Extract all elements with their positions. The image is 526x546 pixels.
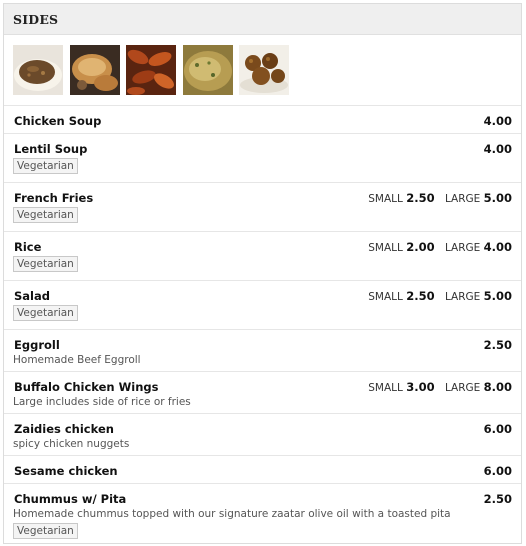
small-label: SMALL bbox=[368, 291, 403, 303]
menu-item[interactable]: Buffalo Chicken Wings SMALL 3.00 LARGE 8… bbox=[4, 372, 521, 414]
item-name: Rice bbox=[14, 240, 42, 254]
small-price: 2.00 bbox=[406, 240, 435, 254]
vegetarian-badge: Vegetarian bbox=[13, 256, 78, 272]
item-name: Buffalo Chicken Wings bbox=[14, 380, 159, 394]
menu-item[interactable]: Eggroll 2.50 Homemade Beef Eggroll bbox=[4, 330, 521, 372]
item-name: French Fries bbox=[14, 191, 94, 205]
menu-item[interactable]: Lentil Soup 4.00 Vegetarian bbox=[4, 134, 521, 183]
large-price: 4.00 bbox=[483, 240, 512, 254]
vegetarian-badge: Vegetarian bbox=[13, 158, 78, 174]
item-description: Homemade chummus topped with our signatu… bbox=[13, 508, 451, 520]
item-name: Sesame chicken bbox=[14, 464, 118, 478]
item-name: Lentil Soup bbox=[14, 142, 88, 156]
vegetarian-badge: Vegetarian bbox=[13, 305, 78, 321]
small-price: 2.50 bbox=[406, 191, 435, 205]
small-label: SMALL bbox=[368, 382, 403, 394]
item-name: Zaidies chicken bbox=[14, 422, 114, 436]
vegetarian-badge: Vegetarian bbox=[13, 523, 78, 539]
chicken-soup-photo[interactable] bbox=[13, 45, 63, 95]
item-name: Eggroll bbox=[14, 338, 60, 352]
size-prices: SMALL 2.50 LARGE 5.00 bbox=[368, 191, 512, 205]
small-price: 2.50 bbox=[406, 289, 435, 303]
menu-item[interactable]: French Fries SMALL 2.50 LARGE 5.00 Veget… bbox=[4, 183, 521, 232]
size-prices: SMALL 2.00 LARGE 4.00 bbox=[368, 240, 512, 254]
menu-item[interactable]: Sesame chicken 6.00 bbox=[4, 456, 521, 484]
falafel-photo[interactable] bbox=[239, 45, 289, 95]
item-price: 6.00 bbox=[483, 422, 512, 436]
large-label: LARGE bbox=[444, 382, 481, 394]
item-description: Large includes side of rice or fries bbox=[13, 396, 191, 408]
large-label: LARGE bbox=[444, 242, 481, 254]
item-price: 4.00 bbox=[483, 114, 512, 128]
large-price: 8.00 bbox=[483, 380, 512, 394]
small-price: 3.00 bbox=[406, 380, 435, 394]
item-price: 2.50 bbox=[483, 338, 512, 352]
eggroll-photo[interactable] bbox=[69, 45, 120, 95]
large-price: 5.00 bbox=[483, 289, 512, 303]
section-header: SIDES bbox=[4, 4, 521, 35]
item-name: Salad bbox=[14, 289, 50, 303]
item-price: 4.00 bbox=[483, 142, 512, 156]
small-label: SMALL bbox=[368, 242, 403, 254]
large-label: LARGE bbox=[444, 193, 481, 205]
wings-photo[interactable] bbox=[126, 45, 176, 95]
section-title: SIDES bbox=[13, 12, 59, 27]
menu-item[interactable]: Chicken Soup 4.00 bbox=[4, 106, 521, 134]
item-price: 6.00 bbox=[483, 464, 512, 478]
photo-strip bbox=[4, 35, 521, 106]
item-price: 2.50 bbox=[483, 492, 512, 506]
small-label: SMALL bbox=[368, 193, 403, 205]
item-description: spicy chicken nuggets bbox=[13, 438, 130, 450]
menu-item[interactable]: Rice SMALL 2.00 LARGE 4.00 Vegetarian bbox=[4, 232, 521, 281]
item-description: Homemade Beef Eggroll bbox=[13, 354, 141, 366]
large-price: 5.00 bbox=[483, 191, 512, 205]
large-label: LARGE bbox=[444, 291, 481, 303]
size-prices: SMALL 2.50 LARGE 5.00 bbox=[368, 289, 512, 303]
rice-photo[interactable] bbox=[182, 45, 233, 95]
menu-item[interactable]: Salad SMALL 2.50 LARGE 5.00 Vegetarian bbox=[4, 281, 521, 330]
sides-menu-panel: SIDES Chicken Soup 4.00 Lentil Soup 4.00… bbox=[3, 3, 522, 544]
item-name: Chummus w/ Pita bbox=[14, 492, 127, 506]
size-prices: SMALL 3.00 LARGE 8.00 bbox=[368, 380, 512, 394]
menu-item[interactable]: Zaidies chicken 6.00 spicy chicken nugge… bbox=[4, 414, 521, 456]
item-name: Chicken Soup bbox=[14, 114, 102, 128]
menu-item[interactable]: Chummus w/ Pita 2.50 Homemade chummus to… bbox=[4, 484, 521, 543]
vegetarian-badge: Vegetarian bbox=[13, 207, 78, 223]
